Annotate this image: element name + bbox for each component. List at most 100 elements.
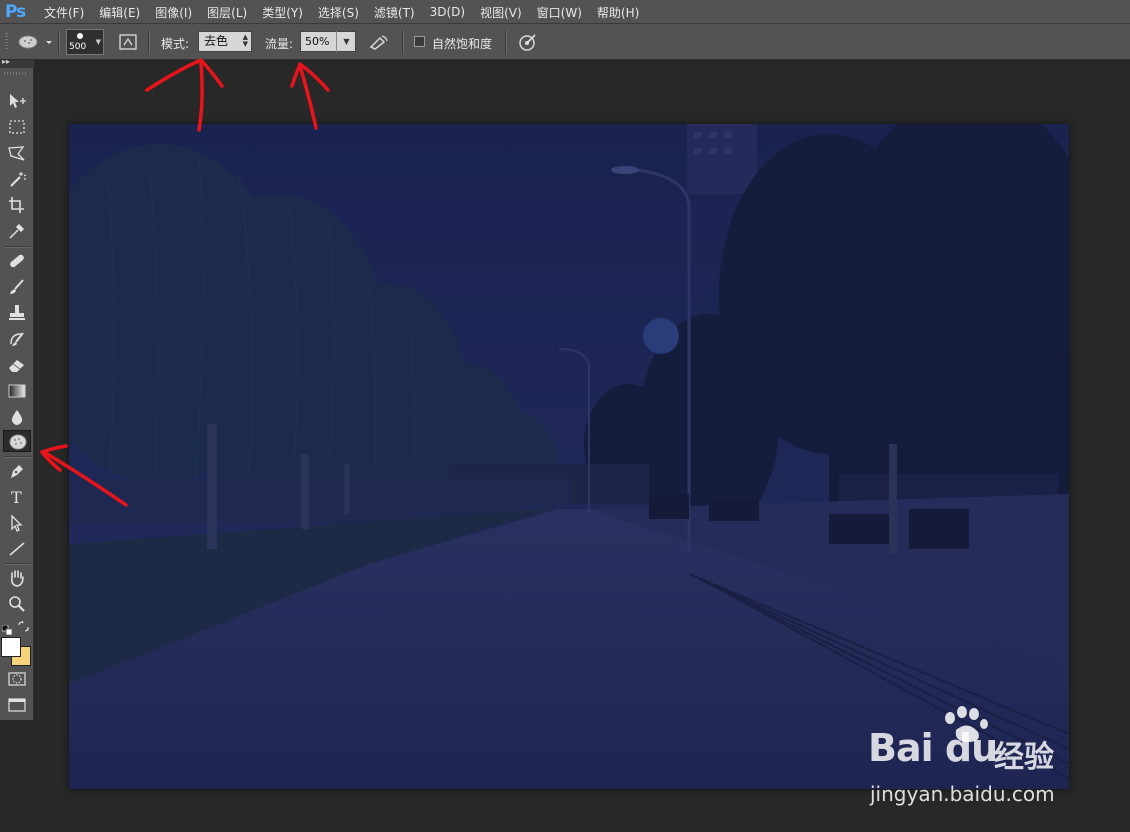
line-icon bbox=[9, 542, 25, 556]
pen-icon bbox=[11, 465, 23, 478]
tools-panel-header[interactable]: ▸▸ bbox=[0, 57, 34, 68]
eraser-icon bbox=[9, 360, 24, 372]
svg-text:T: T bbox=[11, 488, 22, 506]
history-brush-tool[interactable] bbox=[3, 328, 31, 350]
brush-picker[interactable]: 500 ▼ bbox=[66, 29, 104, 55]
menu-image[interactable]: 图像(I) bbox=[155, 4, 192, 21]
type-tool[interactable]: T bbox=[3, 486, 31, 508]
vibrance-checkbox[interactable] bbox=[414, 36, 425, 47]
zoom-tool[interactable] bbox=[3, 593, 31, 615]
line-tool[interactable] bbox=[3, 538, 31, 560]
pressure-size-toggle[interactable] bbox=[518, 32, 538, 52]
menu-select[interactable]: 选择(S) bbox=[318, 4, 359, 21]
separator bbox=[58, 30, 60, 54]
default-colors-button[interactable] bbox=[1, 620, 13, 636]
blur-tool[interactable] bbox=[3, 406, 31, 428]
lasso-tool[interactable] bbox=[3, 142, 31, 164]
type-icon: T bbox=[11, 488, 22, 506]
sponge-icon bbox=[9, 434, 27, 450]
tool-preset-picker[interactable] bbox=[14, 32, 54, 52]
airbrush-icon bbox=[369, 35, 388, 50]
tools-panel: ▸▸ T bbox=[0, 57, 34, 720]
water-drop-icon bbox=[11, 410, 23, 425]
quick-mask-icon bbox=[8, 672, 26, 686]
airbrush-toggle[interactable] bbox=[368, 33, 390, 51]
quick-mask-toggle[interactable] bbox=[3, 668, 31, 690]
brush-tool[interactable] bbox=[3, 276, 31, 298]
default-colors-icon bbox=[1, 624, 13, 636]
menu-edit[interactable]: 编辑(E) bbox=[99, 4, 140, 21]
sponge-icon bbox=[18, 35, 52, 49]
baidu-watermark: Bai du 经验 jingyan.baidu.com bbox=[866, 706, 1076, 812]
collapse-icon: ▸▸ bbox=[2, 57, 11, 66]
crop-tool[interactable] bbox=[3, 194, 31, 216]
magic-wand-icon bbox=[10, 172, 27, 187]
menu-bar: Ps 文件(F) 编辑(E) 图像(I) 图层(L) 类型(Y) 选择(S) 滤… bbox=[0, 0, 1130, 24]
bandage-icon bbox=[10, 254, 24, 268]
foreground-color-swatch[interactable] bbox=[1, 637, 21, 657]
eraser-tool[interactable] bbox=[3, 354, 31, 376]
vibrance-label: 自然饱和度 bbox=[432, 37, 493, 51]
move-tool[interactable] bbox=[3, 90, 31, 112]
separator bbox=[505, 30, 507, 54]
brush-size-value: 500 bbox=[69, 42, 87, 52]
stamp-icon bbox=[9, 305, 25, 320]
separator bbox=[4, 456, 30, 458]
pen-tool[interactable] bbox=[3, 460, 31, 482]
flow-value: 50% bbox=[305, 35, 330, 48]
canvas-image[interactable] bbox=[69, 124, 1069, 789]
watermark-cn: 经验 bbox=[994, 740, 1054, 775]
pressure-icon bbox=[519, 34, 536, 51]
brush-panel-icon bbox=[119, 34, 137, 50]
mode-label: 模式: bbox=[161, 37, 190, 51]
brush-panel-toggle[interactable] bbox=[119, 33, 137, 51]
separator bbox=[148, 30, 150, 54]
swap-colors-button[interactable] bbox=[17, 618, 29, 632]
clone-stamp-tool[interactable] bbox=[3, 302, 31, 324]
brush-icon bbox=[10, 279, 24, 294]
magic-wand-tool[interactable] bbox=[3, 168, 31, 190]
screen-mode-toggle[interactable] bbox=[3, 694, 31, 716]
separator bbox=[4, 563, 30, 565]
hand-tool[interactable] bbox=[3, 567, 31, 589]
options-bar-grip[interactable] bbox=[5, 33, 8, 51]
menu-help[interactable]: 帮助(H) bbox=[597, 4, 639, 21]
healing-brush-tool[interactable] bbox=[3, 250, 31, 272]
sponge-tool[interactable] bbox=[3, 430, 31, 452]
brush-tip-icon bbox=[77, 33, 83, 39]
separator bbox=[402, 30, 404, 54]
photoshop-logo: Ps bbox=[5, 2, 26, 22]
menu-3d[interactable]: 3D(D) bbox=[430, 5, 465, 19]
menu-layer[interactable]: 图层(L) bbox=[207, 4, 247, 21]
history-brush-icon bbox=[10, 332, 24, 346]
watermark-brand: Bai du bbox=[868, 726, 998, 770]
gradient-tool[interactable] bbox=[3, 380, 31, 402]
hand-icon bbox=[11, 570, 24, 587]
gradient-icon bbox=[8, 384, 26, 398]
screen-mode-icon bbox=[8, 698, 26, 712]
mode-select[interactable]: 去色 ▲ ▼ bbox=[198, 31, 252, 52]
menu-view[interactable]: 视图(V) bbox=[480, 4, 522, 21]
marquee-tool[interactable] bbox=[3, 116, 31, 138]
options-bar: 500 ▼ 模式: 去色 ▲ ▼ 流量: 50% ▼ 自然饱和度 bbox=[0, 24, 1130, 60]
chevron-down-icon: ▼ bbox=[95, 38, 101, 46]
menu-items: 文件(F) 编辑(E) 图像(I) 图层(L) 类型(Y) 选择(S) 滤镜(T… bbox=[44, 0, 654, 24]
polygonal-lasso-icon bbox=[8, 146, 25, 161]
flow-dropdown-button[interactable]: ▼ bbox=[336, 31, 356, 52]
chevron-down-icon: ▼ bbox=[343, 37, 350, 46]
street-photo bbox=[69, 124, 1069, 789]
menu-type[interactable]: 类型(Y) bbox=[262, 4, 303, 21]
magnifier-icon bbox=[9, 596, 25, 612]
path-selection-tool[interactable] bbox=[3, 512, 31, 534]
flow-label: 流量: bbox=[265, 37, 294, 51]
move-icon bbox=[10, 94, 26, 108]
watermark-url: jingyan.baidu.com bbox=[870, 782, 1055, 806]
menu-filter[interactable]: 滤镜(T) bbox=[374, 4, 415, 21]
eyedropper-icon bbox=[9, 223, 25, 239]
menu-window[interactable]: 窗口(W) bbox=[537, 4, 582, 21]
tools-panel-grip[interactable] bbox=[4, 72, 28, 75]
menu-file[interactable]: 文件(F) bbox=[44, 4, 84, 21]
swap-arrows-icon bbox=[18, 621, 29, 632]
crop-icon bbox=[9, 197, 24, 213]
eyedropper-tool[interactable] bbox=[3, 220, 31, 242]
